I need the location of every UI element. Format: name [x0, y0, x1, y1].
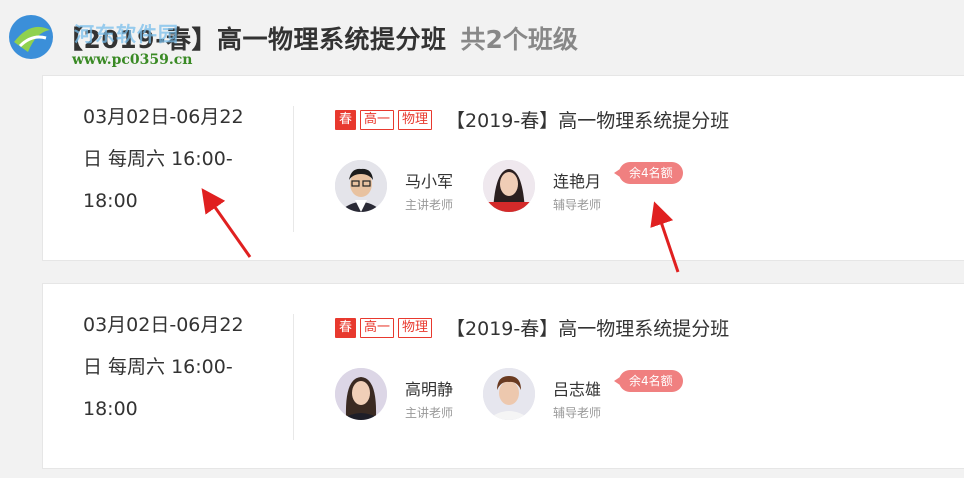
avatar: [335, 368, 387, 420]
teacher-role: 辅导老师: [553, 406, 602, 420]
teacher-main[interactable]: 马小军 主讲老师: [335, 160, 465, 214]
class-schedule: 03月02日-06月22 日 每周六 16:00- 18:00: [83, 96, 268, 222]
teacher-name: 马小军: [405, 172, 454, 191]
season-tag: 春: [335, 317, 357, 338]
watermark-url: www.pc0359.cn: [72, 52, 193, 68]
remaining-seats-badge: 余4名额: [614, 370, 683, 392]
grade-tag: 高一: [360, 317, 395, 338]
teacher-name: 高明静: [405, 380, 454, 399]
course-title-row: 春 高一 物理 【2019-春】高一物理系统提分班: [335, 106, 729, 133]
schedule-line: 18:00: [83, 190, 138, 212]
teacher-name: 吕志雄: [553, 380, 602, 399]
subject-tag: 物理: [398, 317, 433, 338]
divider: [293, 314, 294, 440]
class-count: 共2个班级: [460, 25, 578, 54]
teacher-role: 主讲老师: [405, 198, 454, 212]
schedule-line: 03月02日-06月22: [83, 106, 244, 128]
course-name[interactable]: 【2019-春】高一物理系统提分班: [446, 106, 729, 133]
remaining-seats-badge: 余4名额: [614, 162, 683, 184]
schedule-line: 18:00: [83, 398, 138, 420]
teacher-role: 辅导老师: [553, 198, 602, 212]
teacher-name: 连艳月: [553, 172, 602, 191]
course-name[interactable]: 【2019-春】高一物理系统提分班: [446, 314, 729, 341]
site-logo-icon: [9, 15, 53, 59]
schedule-line: 日 每周六 16:00-: [83, 356, 233, 378]
season-tag: 春: [335, 109, 357, 130]
watermark-site-name: 河东软件园: [74, 22, 179, 46]
avatar: [483, 368, 535, 420]
course-title-row: 春 高一 物理 【2019-春】高一物理系统提分班: [335, 314, 729, 341]
teacher-assistant[interactable]: 吕志雄 辅导老师 余4名额: [483, 368, 693, 422]
class-card[interactable]: 03月02日-06月22 日 每周六 16:00- 18:00 春 高一 物理 …: [42, 75, 964, 261]
teacher-role: 主讲老师: [405, 406, 454, 420]
teacher-main[interactable]: 高明静 主讲老师: [335, 368, 465, 422]
schedule-line: 日 每周六 16:00-: [83, 148, 233, 170]
grade-tag: 高一: [360, 109, 395, 130]
schedule-line: 03月02日-06月22: [83, 314, 244, 336]
avatar: [335, 160, 387, 212]
divider: [293, 106, 294, 232]
class-card[interactable]: 03月02日-06月22 日 每周六 16:00- 18:00 春 高一 物理 …: [42, 283, 964, 469]
avatar: [483, 160, 535, 212]
class-schedule: 03月02日-06月22 日 每周六 16:00- 18:00: [83, 304, 268, 430]
subject-tag: 物理: [398, 109, 433, 130]
teacher-assistant[interactable]: 连艳月 辅导老师 余4名额: [483, 160, 693, 214]
watermark: 河东软件园 www.pc0359.cn: [6, 8, 206, 68]
